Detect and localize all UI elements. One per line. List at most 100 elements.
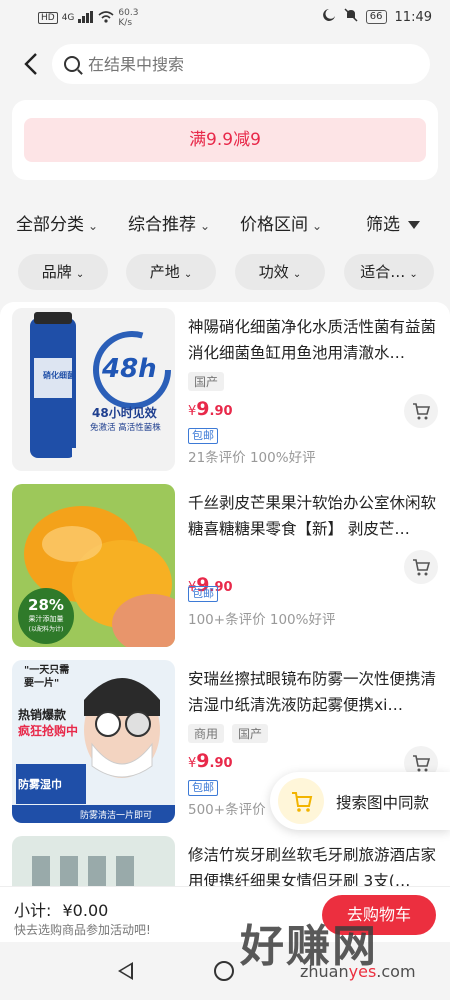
status-left: HD 4G 60.3 K/s	[38, 8, 138, 28]
product-item[interactable]: 48h 硝化细菌 48小时见效 免激活 高活性菌株 神陽硝化细菌净化水质活性菌有…	[0, 302, 450, 478]
chip-origin[interactable]: 产地 ⌄	[126, 254, 216, 290]
juice-subcaption: (以配料为计)	[28, 626, 64, 633]
product-price: ¥9.90	[188, 398, 233, 420]
status-bar: HD 4G 60.3 K/s 66 11:49	[0, 0, 450, 34]
chevron-down-icon: ⌄	[75, 269, 85, 280]
juice-percent: 28%	[28, 596, 64, 614]
product-title[interactable]: 修洁竹炭牙刷丝软毛牙刷旅游酒店家用便携纤细果女情侣牙刷 3支(…	[188, 842, 440, 886]
filter-label: 筛选	[366, 215, 400, 235]
search-input[interactable]	[88, 54, 388, 74]
filter-button[interactable]: 筛选	[366, 210, 420, 235]
product-image[interactable]	[12, 836, 175, 886]
product-image[interactable]: 28% 果汁添加量 (以配料为计)	[12, 484, 175, 647]
net-speed-value: 60.3	[118, 8, 139, 18]
watermark-url-prefix: zhuan	[300, 962, 349, 981]
sort-category-label: 全部分类	[16, 215, 84, 235]
wifi-icon	[98, 10, 114, 26]
bacteria-bottle-image	[30, 312, 172, 468]
chevron-down-icon: ⌄	[183, 269, 193, 280]
chip-label: 适合…	[360, 263, 406, 281]
sort-price-range[interactable]: 价格区间 ⌄	[240, 210, 322, 235]
sort-row: 全部分类 ⌄ 综合推荐 ⌄ 价格区间 ⌄ 筛选	[0, 206, 450, 236]
product-image[interactable]: 48h 硝化细菌 48小时见效 免激活 高活性菌株	[12, 308, 175, 471]
funnel-icon	[408, 221, 420, 229]
watermark-url-suffix: .com	[376, 962, 416, 981]
promo-card: 满9.9减9	[12, 100, 438, 180]
mute-bell-icon	[344, 8, 358, 26]
bottle-label: 硝化细菌	[43, 371, 75, 380]
toothbrush-image	[32, 856, 134, 886]
promo-banner[interactable]: 满9.9减9	[24, 118, 426, 162]
product-price: ¥9.90	[188, 750, 233, 772]
chip-suitable[interactable]: 适合… ⌄	[344, 254, 434, 290]
cart-icon	[413, 755, 431, 772]
product-image[interactable]: "一天只需要一片" 热销爆款 疯狂抢购中 防雾湿巾 防雾清洁一片即可	[12, 660, 175, 823]
product-item[interactable]: 修洁竹炭牙刷丝软毛牙刷旅游酒店家用便携纤细果女情侣牙刷 3支(…	[0, 830, 450, 886]
battery-indicator: 66	[365, 10, 387, 24]
back-button[interactable]	[22, 50, 46, 78]
status-right: 66 11:49	[322, 8, 432, 26]
add-to-cart-button[interactable]	[404, 550, 438, 584]
image-mist: 防雾湿巾	[18, 778, 62, 791]
add-to-cart-button[interactable]	[404, 394, 438, 428]
image-grab: 疯狂抢购中	[18, 724, 79, 738]
header	[0, 38, 450, 92]
net-speed: 60.3 K/s	[118, 8, 138, 28]
chip-label: 功效	[258, 263, 289, 281]
price-decimal: .90	[209, 756, 233, 771]
sort-price-range-label: 价格区间	[240, 215, 308, 235]
product-reviews: 21条评价 100%好评	[188, 450, 316, 466]
price-decimal: .90	[209, 404, 233, 419]
chip-label: 产地	[149, 263, 180, 281]
search-same-item-label: 搜索图中同款	[336, 794, 430, 812]
chip-effect[interactable]: 功效 ⌄	[235, 254, 325, 290]
tag-domestic: 国产	[232, 724, 269, 743]
chevron-down-icon: ⌄	[292, 269, 302, 280]
price-integer: 9	[196, 750, 210, 772]
chip-label: 品牌	[41, 263, 72, 281]
product-tags: 国产	[188, 372, 225, 391]
subtotal-value: ¥0.00	[62, 901, 109, 920]
sort-category[interactable]: 全部分类 ⌄	[16, 210, 98, 235]
watermark-url: zhuanyes.com	[300, 962, 416, 981]
price-integer: 9	[196, 398, 210, 420]
free-shipping-badge: 包邮	[188, 586, 218, 602]
subtotal-label: 小计:	[14, 901, 52, 920]
juice-caption: 果汁添加量	[28, 615, 64, 623]
search-same-item-button[interactable]: 搜索图中同款	[270, 772, 450, 830]
sort-recommend[interactable]: 综合推荐 ⌄	[128, 210, 210, 235]
chip-brand[interactable]: 品牌 ⌄	[18, 254, 108, 290]
product-title[interactable]: 千丝剥皮芒果果汁软饴办公室休闲软糖喜糖糖果零食【新】 剥皮芒…	[188, 490, 440, 542]
do-not-disturb-icon	[322, 8, 336, 26]
signal-indicator: 4G	[61, 13, 75, 23]
product-title[interactable]: 安瑞丝擦拭眼镜布防雾一次性便携清洁湿巾纸清洗液防起雾便携xi…	[188, 666, 440, 718]
chevron-down-icon: ⌄	[200, 219, 211, 233]
cart-icon-circle	[278, 778, 324, 824]
net-speed-unit: K/s	[118, 18, 133, 28]
filter-section: 全部分类 ⌄ 综合推荐 ⌄ 价格区间 ⌄ 筛选 品牌 ⌄ 产地 ⌄ 功效 ⌄ 适合… ⌄	[0, 192, 450, 302]
chevron-down-icon: ⌄	[312, 219, 323, 233]
tag-commercial: 商用	[188, 724, 225, 743]
free-shipping-badge: 包邮	[188, 780, 218, 796]
product-tags: 商用 国产	[188, 724, 269, 743]
image-hot: 热销爆款	[18, 708, 67, 722]
nav-home-icon[interactable]	[214, 961, 234, 981]
image-bottom: 防雾清洁一片即可	[80, 811, 153, 821]
search-bar[interactable]	[52, 44, 430, 84]
cart-footer: 小计: ¥0.00 快去选购商品参加活动吧! 去购物车	[0, 886, 450, 942]
image-quote: "一天只需要一片"	[24, 665, 70, 689]
chevron-down-icon: ⌄	[409, 269, 418, 280]
product-title[interactable]: 神陽硝化细菌净化水质活性菌有益菌消化细菌鱼缸用鱼池用清澈水…	[188, 314, 440, 366]
image-subcaption: 免激活 高活性菌株	[90, 423, 161, 433]
cart-icon	[413, 403, 431, 420]
activity-hint: 快去选购商品参加活动吧!	[14, 923, 151, 937]
cart-icon	[413, 559, 431, 576]
network-indicator: HD	[38, 12, 58, 24]
nav-back-icon[interactable]	[118, 962, 133, 980]
shopping-cart-icon	[292, 792, 313, 812]
chevron-down-icon: ⌄	[88, 219, 99, 233]
product-item[interactable]: 28% 果汁添加量 (以配料为计) 千丝剥皮芒果果汁软饴办公室休闲软糖喜糖糖果零…	[0, 478, 450, 654]
image-caption: 48小时见效	[92, 406, 157, 420]
clock: 11:49	[394, 9, 432, 25]
sort-recommend-label: 综合推荐	[128, 215, 196, 235]
